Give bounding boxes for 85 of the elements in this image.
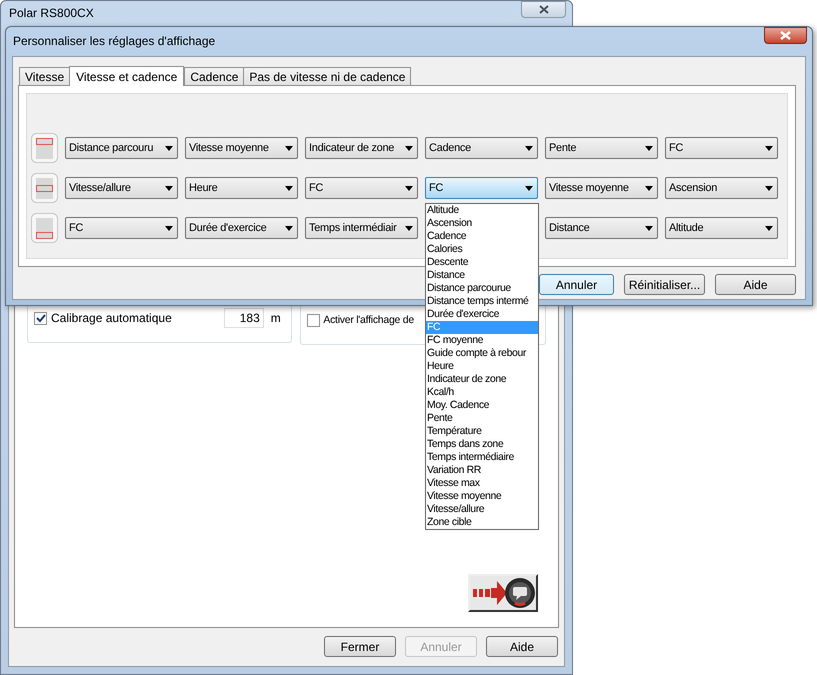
- checkbox-label: Activer l'affichage de: [323, 314, 414, 327]
- list-item[interactable]: FC moyenne: [426, 334, 538, 347]
- list-item[interactable]: Ascension: [426, 217, 538, 230]
- list-item[interactable]: Vitesse/allure: [426, 503, 538, 516]
- tab[interactable]: Vitesse et cadence: [69, 66, 184, 86]
- dropdown[interactable]: Ascension: [665, 177, 778, 199]
- dropdown[interactable]: FC: [65, 217, 178, 239]
- list-item[interactable]: Calories: [426, 243, 538, 256]
- window-title: Polar RS800CX: [9, 5, 94, 22]
- list-item[interactable]: Durée d'exercice: [426, 308, 538, 321]
- dropdown[interactable]: Indicateur de zone: [305, 137, 418, 159]
- list-item[interactable]: Indicateur de zone: [426, 373, 538, 386]
- tab[interactable]: Pas de vitesse ni de cadence: [243, 67, 412, 85]
- list-item[interactable]: Distance parcourue: [426, 282, 538, 295]
- list-item[interactable]: Pente: [426, 412, 538, 425]
- unit-label: m: [270, 312, 281, 325]
- list-item[interactable]: Vitesse max: [426, 477, 538, 490]
- transfer-button[interactable]: [468, 574, 538, 612]
- dropdown[interactable]: FC: [425, 177, 538, 199]
- list-item[interactable]: Cadence: [426, 230, 538, 243]
- dropdown[interactable]: Altitude: [665, 217, 778, 239]
- caret-icon: [645, 226, 653, 230]
- list-item[interactable]: Guide compte à rebour: [426, 347, 538, 360]
- tab[interactable]: Cadence: [184, 67, 244, 85]
- caret-icon: [645, 146, 653, 150]
- list-item[interactable]: Zone cible: [426, 516, 538, 529]
- layout-icon: [31, 173, 58, 203]
- caret-icon: [405, 146, 413, 150]
- list-item[interactable]: Heure: [426, 360, 538, 373]
- dropdown[interactable]: Cadence: [425, 137, 538, 159]
- tab[interactable]: Vitesse: [19, 67, 70, 85]
- caret-icon: [165, 146, 173, 150]
- close-button[interactable]: [764, 27, 807, 44]
- layout-icon: [31, 133, 58, 163]
- altitude-field[interactable]: 183: [224, 308, 264, 328]
- dropdown[interactable]: Distance: [545, 217, 658, 239]
- list-item[interactable]: Variation RR: [426, 464, 538, 477]
- close-button[interactable]: [521, 1, 566, 18]
- list-item[interactable]: Vitesse moyenne: [426, 490, 538, 503]
- dropdown[interactable]: Vitesse moyenne: [545, 177, 658, 199]
- dropdown[interactable]: Temps intermédiair: [305, 217, 418, 239]
- close-icon: [780, 31, 791, 40]
- caret-icon: [765, 186, 773, 190]
- dialog-button[interactable]: Réinitialiser...: [624, 274, 705, 295]
- dialog-button[interactable]: Annuler: [539, 274, 614, 295]
- dropdown[interactable]: Distance parcouru: [65, 137, 178, 159]
- caret-icon: [405, 226, 413, 230]
- list-item[interactable]: Distance temps intermé: [426, 295, 538, 308]
- list-item[interactable]: Moy. Cadence: [426, 399, 538, 412]
- close-icon: [538, 5, 548, 14]
- list-item[interactable]: Température: [426, 425, 538, 438]
- caret-icon: [765, 226, 773, 230]
- caret-icon: [165, 226, 173, 230]
- caret-icon: [165, 186, 173, 190]
- checkbox[interactable]: [34, 312, 47, 325]
- check-icon: [36, 314, 46, 323]
- caret-icon: [405, 186, 413, 190]
- caret-icon: [645, 186, 653, 190]
- dialog-button[interactable]: Aide: [715, 274, 796, 295]
- dialog-title: Personnaliser les réglages d'affichage: [13, 33, 216, 50]
- list-item[interactable]: Distance: [426, 269, 538, 282]
- caret-icon: [285, 186, 293, 190]
- caret-icon: [525, 186, 533, 190]
- checkbox-label: Calibrage automatique: [51, 312, 172, 325]
- dropdown[interactable]: Vitesse moyenne: [185, 137, 298, 159]
- dropdown[interactable]: Durée d'exercice: [185, 217, 298, 239]
- dialog-button[interactable]: Aide: [486, 636, 558, 657]
- dropdown[interactable]: FC: [305, 177, 418, 199]
- dropdown[interactable]: Vitesse/allure: [65, 177, 178, 199]
- dropdown[interactable]: FC: [665, 137, 778, 159]
- caret-icon: [525, 146, 533, 150]
- list-item[interactable]: Altitude: [426, 204, 538, 217]
- caret-icon: [285, 226, 293, 230]
- caret-icon: [285, 146, 293, 150]
- arrow-watch-icon: [471, 576, 535, 610]
- dropdown[interactable]: Pente: [545, 137, 658, 159]
- list-item[interactable]: Kcal/h: [426, 386, 538, 399]
- checkbox[interactable]: [307, 314, 320, 327]
- dialog-button[interactable]: Fermer: [324, 636, 396, 657]
- dropdown[interactable]: Heure: [185, 177, 298, 199]
- list-item[interactable]: Temps dans zone: [426, 438, 538, 451]
- list-item[interactable]: Temps intermédiaire: [426, 451, 538, 464]
- layout-icon: [31, 213, 58, 243]
- caret-icon: [765, 146, 773, 150]
- list-item[interactable]: Descente: [426, 256, 538, 269]
